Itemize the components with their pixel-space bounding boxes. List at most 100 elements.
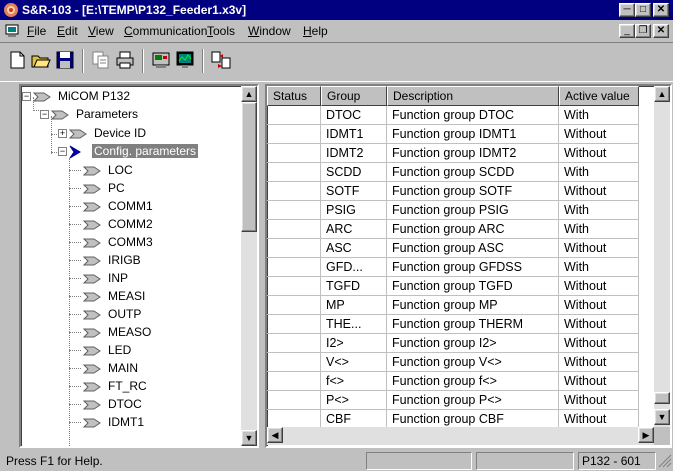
tree-item-main[interactable]: MAIN (83, 359, 140, 377)
cell-status[interactable] (267, 315, 321, 334)
cell-active-value[interactable]: With (559, 106, 639, 125)
cell-status[interactable] (267, 106, 321, 125)
parameter-tree[interactable]: − MiCOM P132 − Parameters + Device ID − … (19, 84, 259, 448)
table-row[interactable]: ARC Function group ARC With (267, 220, 639, 239)
cell-status[interactable] (267, 296, 321, 315)
doc-restore-button[interactable]: ❐ (635, 24, 651, 38)
collapse-parameters-toggle[interactable]: − (40, 110, 49, 119)
table-row[interactable]: TGFD Function group TGFD Without (267, 277, 639, 296)
table-row[interactable]: SOTF Function group SOTF Without (267, 182, 639, 201)
cell-group[interactable]: V<> (321, 353, 387, 372)
table-row[interactable]: I2> Function group I2> Without (267, 334, 639, 353)
cell-active-value[interactable]: Without (559, 353, 639, 372)
tree-item-comm2[interactable]: COMM2 (83, 215, 155, 233)
cell-group[interactable]: I2> (321, 334, 387, 353)
title-bar[interactable]: S&R-103 - [E:\TEMP\P132_Feeder1.x3v] ─ □… (0, 0, 673, 20)
cell-active-value[interactable]: Without (559, 144, 639, 163)
tree-item-measo[interactable]: MEASO (83, 323, 153, 341)
tree-item-measi[interactable]: MEASI (83, 287, 147, 305)
cell-status[interactable] (267, 353, 321, 372)
cell-status[interactable] (267, 220, 321, 239)
scroll-up-button[interactable]: ▲ (241, 86, 257, 102)
cell-group[interactable]: SCDD (321, 163, 387, 182)
menu-view[interactable]: View (88, 20, 114, 42)
table-row[interactable]: ASC Function group ASC Without (267, 239, 639, 258)
table-row[interactable]: IDMT2 Function group IDMT2 Without (267, 144, 639, 163)
tree-item-root[interactable]: MiCOM P132 (33, 87, 132, 105)
cell-active-value[interactable]: With (559, 201, 639, 220)
table-row[interactable]: MP Function group MP Without (267, 296, 639, 315)
copy-icon[interactable] (90, 49, 112, 71)
tree-item-outp[interactable]: OUTP (83, 305, 143, 323)
column-header-description[interactable]: Description (387, 86, 559, 106)
tree-item-dtoc[interactable]: DTOC (83, 395, 144, 413)
tree-item-irigb[interactable]: IRIGB (83, 251, 143, 269)
table-row[interactable]: THE... Function group THERM Without (267, 315, 639, 334)
cell-group[interactable]: TGFD (321, 277, 387, 296)
cell-status[interactable] (267, 182, 321, 201)
tree-vertical-scrollbar[interactable]: ▲ ▼ (241, 86, 257, 446)
doc-minimize-button[interactable]: _ (619, 24, 635, 38)
table-row[interactable]: P<> Function group P<> Without (267, 391, 639, 410)
cell-active-value[interactable]: With (559, 258, 639, 277)
table-row[interactable]: PSIG Function group PSIG With (267, 201, 639, 220)
cell-group[interactable]: THE... (321, 315, 387, 334)
tree-item-inp[interactable]: INP (83, 269, 130, 287)
cell-description[interactable]: Function group I2> (387, 334, 559, 353)
scroll-right-button[interactable]: ▶ (638, 427, 654, 443)
cell-group[interactable]: f<> (321, 372, 387, 391)
tree-item-config-parameters[interactable]: Config. parameters (69, 142, 199, 160)
cell-description[interactable]: Function group SOTF (387, 182, 559, 201)
cell-description[interactable]: Function group MP (387, 296, 559, 315)
cell-group[interactable]: IDMT2 (321, 144, 387, 163)
tree-item-idmt1[interactable]: IDMT1 (83, 413, 146, 431)
tree-item-led[interactable]: LED (83, 341, 133, 359)
menu-help[interactable]: Help (303, 20, 328, 42)
cell-description[interactable]: Function group PSIG (387, 201, 559, 220)
cell-active-value[interactable]: Without (559, 125, 639, 144)
cell-active-value[interactable]: Without (559, 239, 639, 258)
cell-status[interactable] (267, 277, 321, 296)
close-button[interactable]: ✕ (653, 3, 669, 17)
menu-communication[interactable]: Communication (124, 20, 207, 42)
cell-active-value[interactable]: Without (559, 372, 639, 391)
tree-item-loc[interactable]: LOC (83, 161, 135, 179)
column-header-group[interactable]: Group (321, 86, 387, 106)
cell-active-value[interactable]: Without (559, 315, 639, 334)
transfer-icon[interactable] (210, 49, 232, 71)
parameter-table[interactable]: Status Group Description Active value DT… (265, 84, 672, 448)
table-vertical-scrollbar[interactable]: ▲ ▼ (654, 86, 670, 427)
cell-active-value[interactable]: Without (559, 277, 639, 296)
cell-active-value[interactable]: With (559, 220, 639, 239)
cell-group[interactable]: ARC (321, 220, 387, 239)
cell-status[interactable] (267, 125, 321, 144)
cell-status[interactable] (267, 334, 321, 353)
cell-status[interactable] (267, 239, 321, 258)
menu-edit[interactable]: Edit (57, 20, 78, 42)
scroll-thumb[interactable] (654, 392, 670, 404)
new-icon[interactable] (6, 49, 28, 71)
cell-description[interactable]: Function group ARC (387, 220, 559, 239)
tree-item-ft-rc[interactable]: FT_RC (83, 377, 149, 395)
print-icon[interactable] (114, 49, 136, 71)
table-row[interactable]: IDMT1 Function group IDMT1 Without (267, 125, 639, 144)
cell-description[interactable]: Function group IDMT1 (387, 125, 559, 144)
expand-device-id-toggle[interactable]: + (58, 129, 67, 138)
doc-close-button[interactable]: ✕ (653, 24, 669, 38)
menu-window[interactable]: Window (248, 20, 291, 42)
tree-item-device-id[interactable]: Device ID (69, 124, 148, 142)
tree-item-comm3[interactable]: COMM3 (83, 233, 155, 251)
cell-status[interactable] (267, 163, 321, 182)
resize-grip-icon[interactable] (658, 454, 672, 468)
cell-description[interactable]: Function group SCDD (387, 163, 559, 182)
document-icon[interactable] (4, 23, 20, 39)
tree-item-comm1[interactable]: COMM1 (83, 197, 155, 215)
cell-group[interactable]: IDMT1 (321, 125, 387, 144)
table-row[interactable]: GFD... Function group GFDSS With (267, 258, 639, 277)
table-row[interactable]: SCDD Function group SCDD With (267, 163, 639, 182)
scroll-down-button[interactable]: ▼ (241, 430, 257, 446)
maximize-button[interactable]: □ (635, 3, 651, 17)
cell-description[interactable]: Function group THERM (387, 315, 559, 334)
cell-status[interactable] (267, 144, 321, 163)
cell-description[interactable]: Function group GFDSS (387, 258, 559, 277)
